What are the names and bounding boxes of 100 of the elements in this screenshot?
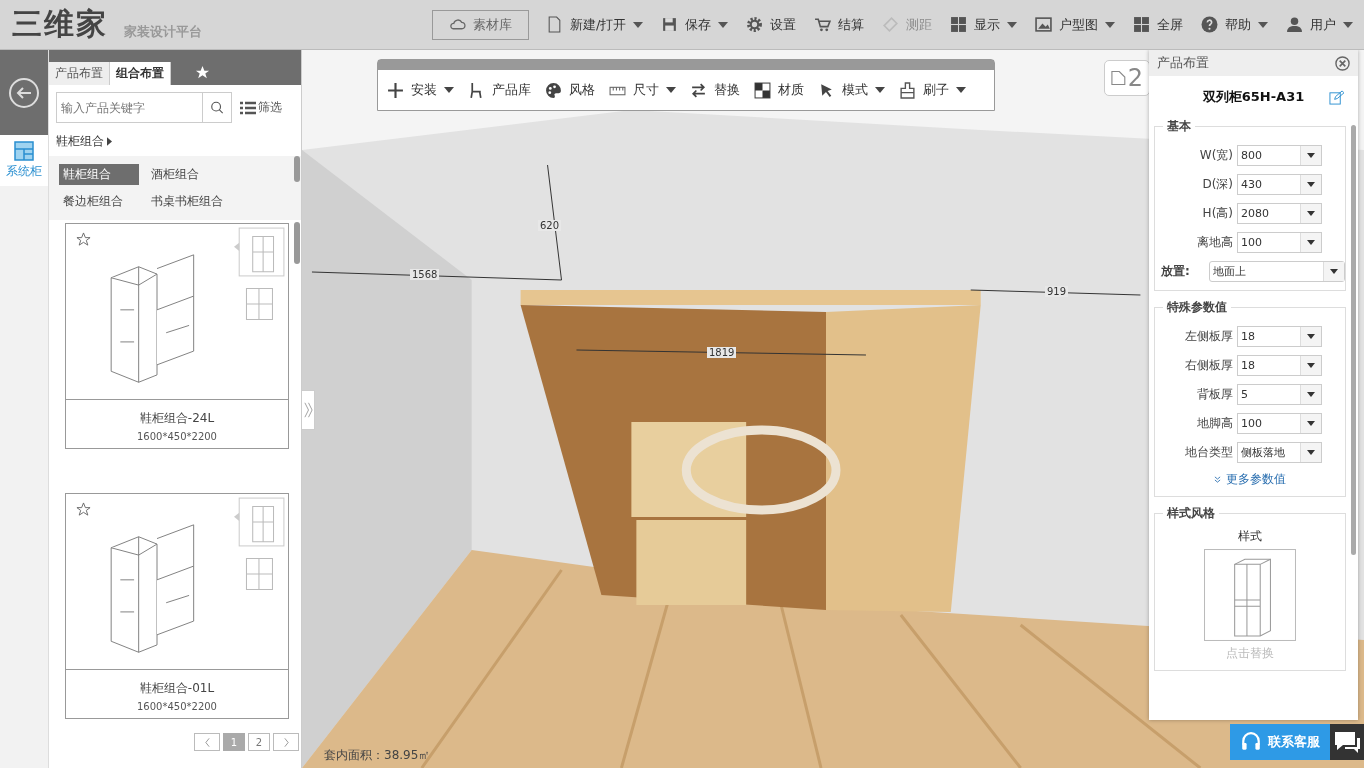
- product-card[interactable]: 鞋柜组合-24L 1600*450*2200: [65, 223, 289, 449]
- star-icon[interactable]: [76, 232, 91, 247]
- category-item[interactable]: 餐边柜组合: [59, 191, 139, 212]
- panel-tab[interactable]: 产品布置: [49, 62, 110, 85]
- menu-button[interactable]: 户型图: [1030, 11, 1121, 38]
- cabinet-icon: [14, 141, 34, 161]
- menu-button[interactable]: 设置: [741, 11, 802, 38]
- panel-title: 产品布置: [1157, 54, 1209, 72]
- back-icon[interactable]: [8, 76, 40, 109]
- previous-page-button[interactable]: [194, 733, 220, 751]
- dropdown-field[interactable]: 100: [1237, 413, 1322, 434]
- dimension-label: 919: [1045, 286, 1069, 297]
- toolbar-button[interactable]: 模式: [812, 77, 891, 103]
- image-icon: [1035, 16, 1053, 33]
- edit-icon[interactable]: [1329, 89, 1344, 105]
- caret-icon: [718, 21, 729, 28]
- search-icon[interactable]: [202, 92, 232, 123]
- caret-icon: [1307, 392, 1315, 397]
- breadcrumb[interactable]: 鞋柜组合: [56, 133, 104, 150]
- dropdown-field[interactable]: 2080: [1237, 203, 1322, 224]
- brush-icon: [899, 81, 916, 99]
- dropdown-field[interactable]: 100: [1237, 232, 1322, 253]
- cart-icon: [814, 16, 832, 33]
- star-icon[interactable]: [195, 65, 210, 80]
- category-item[interactable]: 酒柜组合: [147, 164, 257, 185]
- field-label: 背板厚: [1196, 386, 1233, 403]
- grid-icon: [1133, 16, 1151, 33]
- field-label: 右侧板厚: [1184, 357, 1233, 374]
- toolbar-button[interactable]: 刷子: [893, 77, 972, 103]
- chat-icon[interactable]: [1330, 724, 1364, 760]
- close-icon[interactable]: [1335, 55, 1350, 71]
- swap-icon: [690, 81, 707, 99]
- toolbar-button[interactable]: 尺寸: [603, 77, 682, 103]
- toolbar-button[interactable]: 替换: [684, 77, 746, 103]
- panel-tab[interactable]: 组合布置: [110, 62, 171, 85]
- section-title: 基本: [1166, 118, 1192, 135]
- view-toggle-button[interactable]: 2: [1104, 60, 1150, 96]
- tagline: 家装设计平台: [124, 22, 202, 41]
- page-button[interactable]: 2: [248, 733, 270, 751]
- menu-button[interactable]: 全屏: [1128, 11, 1189, 38]
- next-page-button[interactable]: [273, 733, 299, 751]
- category-item[interactable]: 书桌书柜组合: [147, 191, 257, 212]
- gear-icon: [746, 16, 764, 33]
- menu-button[interactable]: 新建/打开: [541, 11, 649, 38]
- caret-icon: [1307, 153, 1315, 158]
- product-name: 鞋柜组合-24L: [138, 410, 216, 427]
- product-card[interactable]: 鞋柜组合-01L 1600*450*2200: [65, 493, 289, 719]
- field-label: W(宽): [1198, 147, 1233, 164]
- filter-button[interactable]: 筛选: [240, 99, 282, 116]
- caret-icon: [107, 137, 112, 146]
- menu-button[interactable]: 显示: [945, 11, 1023, 38]
- dropdown-field[interactable]: 800: [1237, 145, 1322, 166]
- plus-icon: [387, 81, 404, 99]
- headset-icon: [1240, 731, 1262, 753]
- scrollbar[interactable]: [294, 222, 300, 264]
- scrollbar[interactable]: [1351, 125, 1356, 555]
- field-label: 离地高: [1196, 234, 1233, 251]
- chair-icon: [468, 81, 485, 99]
- caret-icon: [875, 87, 885, 93]
- more-link[interactable]: 更多参数值: [1226, 471, 1286, 488]
- side-tab[interactable]: 系统柜: [0, 135, 48, 186]
- scrollbar[interactable]: [294, 156, 300, 182]
- menu-button[interactable]: 用户: [1281, 11, 1359, 38]
- menu-button[interactable]: 结算: [809, 11, 870, 38]
- user-icon: [1286, 16, 1304, 33]
- dropdown-field[interactable]: 侧板落地: [1237, 442, 1322, 463]
- caret-icon: [956, 87, 966, 93]
- dropdown-field[interactable]: 430: [1237, 174, 1322, 195]
- palette-icon: [545, 81, 562, 99]
- cabinet-drawing[interactable]: [1204, 549, 1296, 641]
- toolbar-button[interactable]: 风格: [539, 77, 601, 103]
- menu-button[interactable]: 保存: [656, 11, 734, 38]
- dropdown-field[interactable]: 地面上: [1208, 261, 1345, 282]
- toolbar-button[interactable]: 材质: [748, 77, 810, 103]
- toolbar-button[interactable]: 产品库: [462, 77, 537, 103]
- dropdown-field[interactable]: 18: [1237, 355, 1322, 376]
- document-icon: [1111, 69, 1126, 87]
- section-title: 样式风格: [1166, 505, 1216, 522]
- grid-icon: [950, 16, 968, 33]
- menu-button[interactable]: 帮助: [1196, 11, 1274, 38]
- toolbar-handle[interactable]: [378, 60, 994, 70]
- help-icon: [1201, 16, 1219, 33]
- caret-icon: [1307, 363, 1315, 368]
- category-item[interactable]: 鞋柜组合: [59, 164, 139, 185]
- caret-icon: [1258, 21, 1269, 28]
- field-label: 地台类型: [1184, 444, 1233, 461]
- document-icon: [546, 16, 563, 33]
- toolbar-button[interactable]: 安装: [381, 77, 460, 103]
- chevron-left-icon: [204, 737, 210, 747]
- star-icon[interactable]: [76, 502, 91, 517]
- search-field[interactable]: 输入产品关键字: [56, 92, 202, 123]
- dropdown-field[interactable]: 18: [1237, 326, 1322, 347]
- dropdown-field[interactable]: 5: [1237, 384, 1322, 405]
- style-label: 样式: [1238, 528, 1262, 545]
- collapse-handle[interactable]: [302, 390, 315, 430]
- menu-button[interactable]: 素材库: [432, 9, 529, 40]
- caret-icon: [1007, 21, 1018, 28]
- product-size: 1600*450*2200: [136, 431, 218, 442]
- caret-icon: [1105, 21, 1116, 28]
- dimension-label: 620: [538, 220, 562, 231]
